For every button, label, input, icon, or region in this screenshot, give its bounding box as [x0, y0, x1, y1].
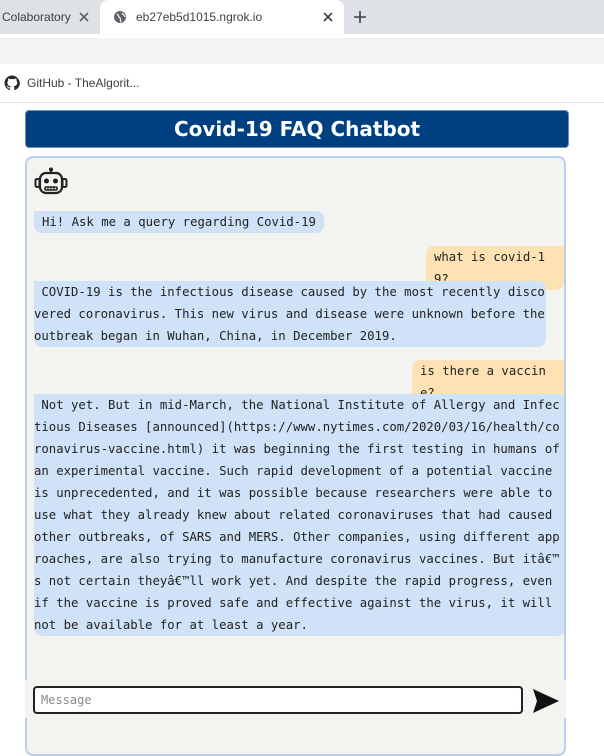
- page-header: Covid-19 FAQ Chatbot: [25, 110, 569, 148]
- tab-colaboratory[interactable]: Colaboratory: [0, 0, 100, 34]
- globe-icon: [114, 11, 126, 23]
- bot-message: Not yet. But in mid-March, the National …: [34, 394, 564, 636]
- chat-panel[interactable]: Hi! Ask me a query regarding Covid-19 wh…: [25, 156, 566, 756]
- bot-message: Hi! Ask me a query regarding Covid-19: [34, 211, 324, 233]
- message-input[interactable]: [33, 686, 523, 714]
- close-icon[interactable]: [321, 10, 335, 24]
- tab-title: eb27eb5d1015.ngrok.io: [136, 10, 263, 24]
- robot-icon: [34, 167, 68, 195]
- tab-strip: Colaboratory eb27eb5d1015.ngrok.io: [0, 0, 604, 34]
- bot-message: COVID-19 is the infectious disease cause…: [34, 281, 546, 347]
- tab-title: Colaboratory: [2, 10, 71, 24]
- page-title: Covid-19 FAQ Chatbot: [173, 117, 421, 141]
- address-bar[interactable]: [0, 38, 604, 64]
- bookmark-label: GitHub - TheAlgorit...: [27, 76, 140, 90]
- tab-ngrok[interactable]: eb27eb5d1015.ngrok.io: [100, 0, 344, 34]
- bookmarks-bar: GitHub - TheAlgorit...: [0, 66, 604, 103]
- send-button[interactable]: [532, 688, 560, 714]
- plus-icon[interactable]: [352, 9, 368, 25]
- github-icon: [4, 75, 20, 91]
- bookmark-github[interactable]: GitHub - TheAlgorit...: [4, 75, 140, 91]
- close-icon[interactable]: [77, 10, 91, 24]
- send-icon: [533, 689, 559, 713]
